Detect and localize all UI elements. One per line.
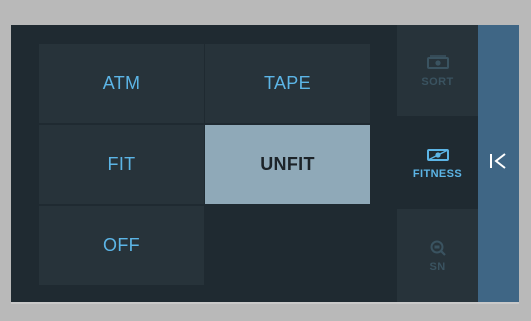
mode-fit-label: FIT bbox=[107, 154, 136, 174]
sort-label: SORT bbox=[421, 75, 454, 88]
fitness-label: FITNESS bbox=[412, 167, 463, 180]
serial-number-search-icon bbox=[429, 239, 447, 257]
sort-banknote-icon bbox=[426, 54, 449, 72]
mode-unfit-label: UNFIT bbox=[260, 154, 315, 174]
fitness-button[interactable]: FITNESS bbox=[397, 116, 478, 209]
mode-off-label: OFF bbox=[103, 235, 140, 255]
side-menu: SORT FITNESS SN bbox=[397, 25, 478, 302]
mode-atm-label: ATM bbox=[102, 73, 141, 93]
fitness-banknote-icon bbox=[426, 146, 449, 164]
mode-tape-button[interactable]: TAPE bbox=[205, 44, 370, 123]
mode-off-button[interactable]: OFF bbox=[39, 206, 204, 285]
sn-button[interactable]: SN bbox=[397, 209, 478, 302]
collapse-panel-icon bbox=[489, 152, 509, 175]
mode-fit-button[interactable]: FIT bbox=[39, 125, 204, 204]
sn-label: SN bbox=[429, 260, 446, 273]
mode-unfit-button[interactable]: UNFIT bbox=[205, 125, 370, 204]
mode-atm-button[interactable]: ATM bbox=[39, 44, 204, 123]
collapse-panel-button[interactable] bbox=[478, 25, 519, 302]
bottom-divider bbox=[11, 302, 519, 304]
device-screen: ATM TAPE FIT UNFIT OFF SORT FITNESS SN bbox=[11, 25, 519, 302]
mode-tape-label: TAPE bbox=[264, 73, 311, 93]
sort-button[interactable]: SORT bbox=[397, 25, 478, 116]
